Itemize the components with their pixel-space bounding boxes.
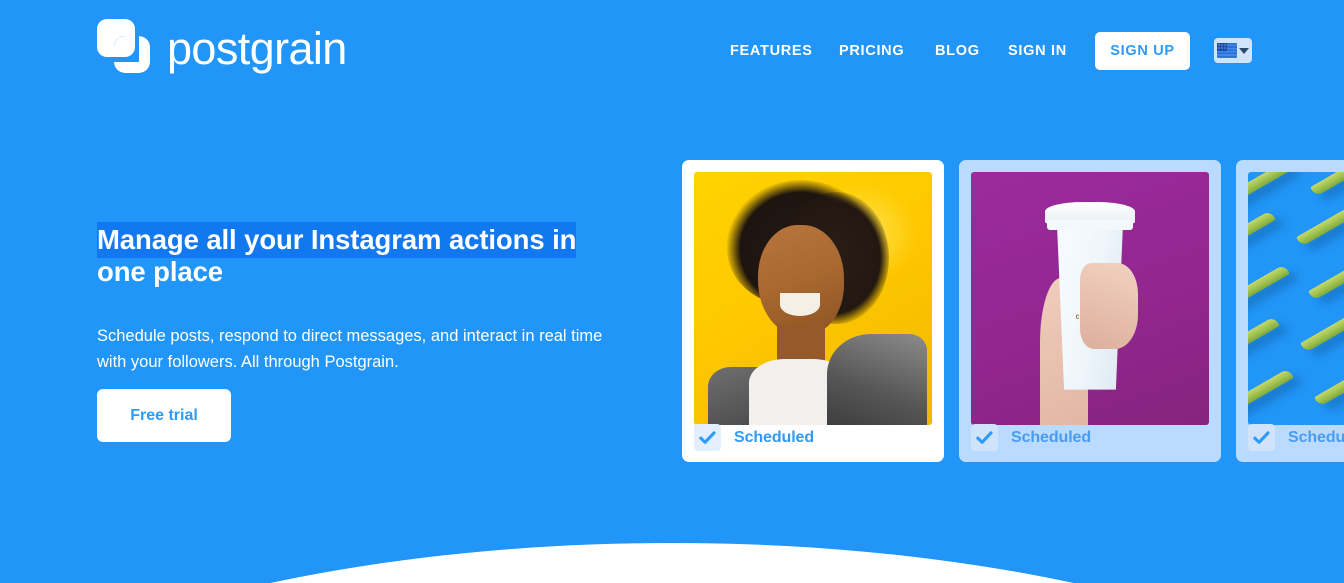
checkmark-icon[interactable] [1248,424,1275,451]
postgrain-squares-logo-icon [97,19,150,73]
hero-subcopy: Schedule posts, respond to direct messag… [97,327,603,371]
language-selector[interactable] [1214,38,1252,63]
nav-item-pricing[interactable]: PRICING [839,43,904,59]
post-card[interactable]: Scheduled [682,160,944,462]
post-card[interactable]: Schedu [1236,160,1344,462]
nav-item-blog[interactable]: BLOG [935,43,980,59]
hero-section: Manage all your Instagram actions in one … [97,222,617,442]
card-footer: Scheduled [971,413,1091,462]
checkmark-icon[interactable] [971,424,998,451]
brand-name: postgrain [167,22,347,74]
checkmark-icon[interactable] [694,424,721,451]
us-flag-icon [1217,43,1237,58]
status-badge: Schedu [1288,428,1344,446]
free-trial-button[interactable]: Free trial [97,389,231,442]
card-footer: Scheduled [694,413,814,462]
site-header: postgrain FEATURES PRICING BLOG SIGN IN … [0,0,1344,96]
card-footer: Schedu [1248,413,1344,462]
status-badge: Scheduled [734,428,815,446]
page-title: Manage all your Instagram actions in one … [97,222,617,288]
post-image-leaves-blue [1248,172,1344,425]
headline-rest-text: one place [97,256,223,287]
headline-selected-text: Manage all your Instagram actions in [97,222,576,258]
post-image-man-yellow [694,172,932,425]
nav-item-sign-in[interactable]: SIGN IN [1008,43,1067,59]
status-badge: Scheduled [1011,428,1092,446]
section-divider-curve [0,543,1344,583]
sign-up-button[interactable]: SIGN UP [1095,32,1190,70]
chevron-down-icon [1239,47,1249,54]
brand-logo[interactable]: postgrain [97,19,347,73]
post-card[interactable]: COFFEE Scheduled [959,160,1221,462]
post-image-coffee-magenta: COFFEE [971,172,1209,425]
nav-item-features[interactable]: FEATURES [730,43,813,59]
